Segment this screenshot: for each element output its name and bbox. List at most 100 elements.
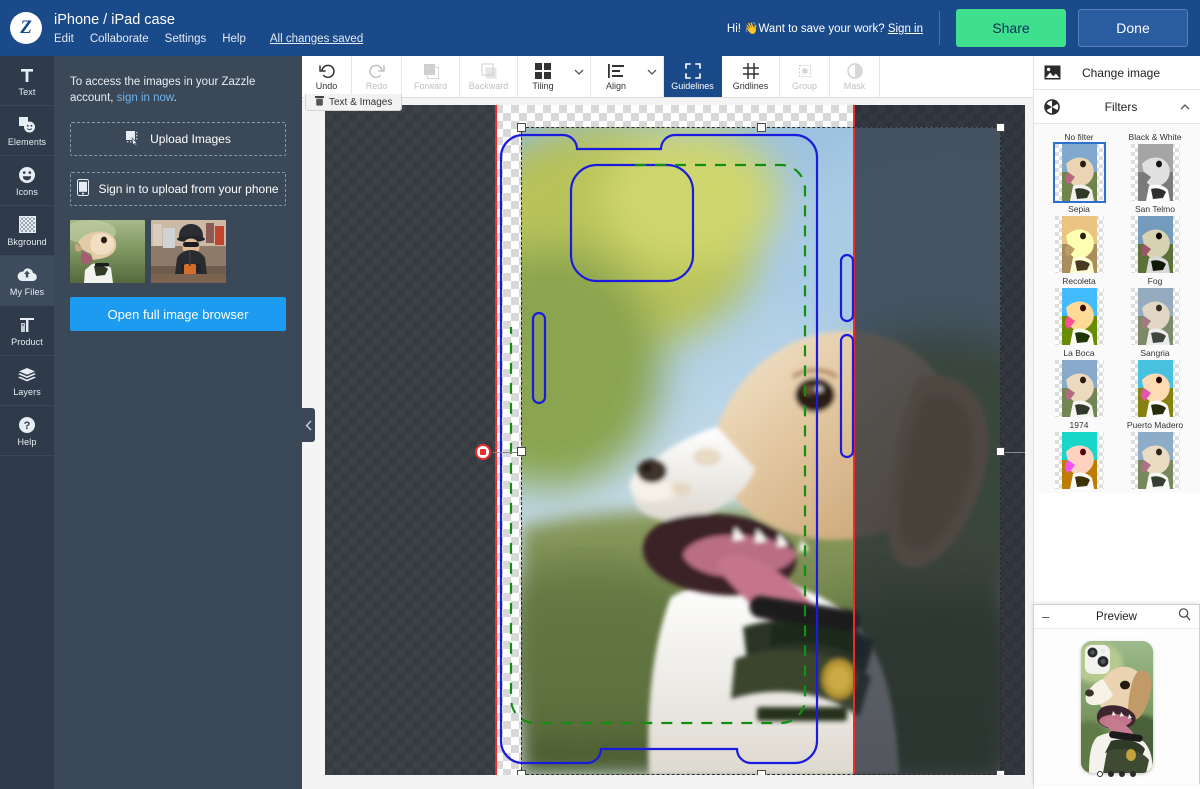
forward-button[interactable]: Forward xyxy=(402,56,460,97)
sidebar-item-help[interactable]: ? Help xyxy=(0,406,54,456)
sidebar-item-product[interactable]: Product xyxy=(0,306,54,356)
design-tool-app: Z iPhone / iPad case Edit Collaborate Se… xyxy=(0,0,1200,789)
zazzle-logo-icon[interactable]: Z xyxy=(10,12,42,44)
canvas-toolbar: Undo Redo Forward Backward Tiling Align … xyxy=(302,56,1033,98)
filter-option-sangria[interactable]: Sangria xyxy=(1120,348,1190,417)
filter-thumbnail[interactable] xyxy=(1130,432,1180,489)
filter-thumbnail[interactable] xyxy=(1130,360,1180,417)
align-button[interactable]: Align xyxy=(591,56,641,97)
filter-thumbnail[interactable] xyxy=(1054,216,1104,273)
group-icon xyxy=(797,63,813,80)
guidelines-button[interactable]: Guidelines xyxy=(664,56,722,97)
filter-preview-image xyxy=(1061,360,1097,417)
filter-option-la-boca[interactable]: La Boca xyxy=(1044,348,1114,417)
list-item[interactable] xyxy=(70,220,145,283)
resize-handle-bottom-left[interactable] xyxy=(517,770,526,775)
resize-handle-bottom-center[interactable] xyxy=(757,770,766,775)
open-image-browser-button[interactable]: Open full image browser xyxy=(70,297,286,331)
filter-thumbnail[interactable] xyxy=(1054,288,1104,345)
change-image-button[interactable]: Change image xyxy=(1034,56,1200,90)
resize-handle-top-left[interactable] xyxy=(517,123,526,132)
filter-option-recoleta[interactable]: Recoleta xyxy=(1044,276,1114,345)
redo-button[interactable]: Redo xyxy=(352,56,402,97)
tiling-chevron-down-icon[interactable] xyxy=(568,56,590,97)
list-item[interactable] xyxy=(151,220,226,283)
filter-option-sepia[interactable]: Sepia xyxy=(1044,204,1114,273)
guidelines-label: Guidelines xyxy=(671,80,714,91)
resize-handle-top-center[interactable] xyxy=(757,123,766,132)
sidebar-item-elements[interactable]: Elements xyxy=(0,106,54,156)
change-image-label: Change image xyxy=(1081,65,1161,80)
delete-rotate-handle-left[interactable] xyxy=(475,444,491,460)
tiling-icon xyxy=(535,63,551,80)
minimize-icon[interactable]: – xyxy=(1042,609,1058,624)
group-button[interactable]: Group xyxy=(780,56,830,97)
phone-case-preview[interactable] xyxy=(1080,640,1153,773)
filter-option-san-telmo[interactable]: San Telmo xyxy=(1120,204,1190,273)
filter-option-puerto-madero[interactable]: Puerto Madero xyxy=(1120,420,1190,489)
canvas-stage[interactable] xyxy=(325,105,1025,775)
undo-button[interactable]: Undo xyxy=(302,56,352,97)
backward-button[interactable]: Backward xyxy=(460,56,518,97)
mask-button[interactable]: Mask xyxy=(830,56,880,97)
undo-icon xyxy=(318,63,335,80)
done-button[interactable]: Done xyxy=(1078,9,1188,47)
upload-images-button[interactable]: Upload Images xyxy=(70,122,286,156)
sidebar-item-icons[interactable]: Icons xyxy=(0,156,54,206)
preview-dot-2[interactable] xyxy=(1108,771,1114,777)
sidebar-item-bkground[interactable]: Bkground xyxy=(0,206,54,256)
collapse-panel-handle[interactable] xyxy=(302,408,315,442)
filter-thumbnail[interactable] xyxy=(1130,288,1180,345)
filter-option-black-and-white[interactable]: Black & White xyxy=(1120,132,1190,201)
filters-icon xyxy=(1044,98,1066,115)
resize-handle-top-right[interactable] xyxy=(996,123,1005,132)
magnifier-icon[interactable] xyxy=(1175,607,1191,626)
share-button[interactable]: Share xyxy=(956,9,1066,47)
sidebar-item-my-files[interactable]: My Files xyxy=(0,256,54,306)
preview-body[interactable] xyxy=(1034,629,1199,784)
filter-thumbnail[interactable] xyxy=(1052,142,1106,203)
phone-upload-label: Sign in to upload from your phone xyxy=(98,182,279,196)
filter-preview-image xyxy=(1137,144,1173,201)
filter-thumbnail[interactable] xyxy=(1054,432,1104,489)
filter-thumbnail[interactable] xyxy=(1130,144,1180,201)
sidebar-item-layers[interactable]: Layers xyxy=(0,356,54,406)
menu-item-collaborate[interactable]: Collaborate xyxy=(90,33,149,45)
sidebar-item-text[interactable]: Text xyxy=(0,56,54,106)
preview-panel: – Preview xyxy=(1033,604,1200,784)
rotate-left-connector xyxy=(493,452,519,453)
gridlines-label: Gridlines xyxy=(732,80,769,91)
filter-option-no-filter[interactable]: No filter xyxy=(1044,132,1114,203)
preview-dot-1[interactable] xyxy=(1097,771,1103,777)
resize-handle-mid-left[interactable] xyxy=(517,447,526,456)
resize-handle-bottom-right[interactable] xyxy=(996,770,1005,775)
gridlines-button[interactable]: Gridlines xyxy=(722,56,780,97)
header-actions: Hi! 👋Want to save your work? Sign in Sha… xyxy=(727,0,1200,56)
tiling-group: Tiling xyxy=(518,56,591,97)
sidebar-label-text: Text xyxy=(18,86,36,97)
panel-signin-link[interactable]: sign in now xyxy=(117,92,174,104)
filter-option-1974[interactable]: 1974 xyxy=(1044,420,1114,489)
align-chevron-down-icon[interactable] xyxy=(641,56,663,97)
resize-handle-mid-right[interactable] xyxy=(996,447,1005,456)
filter-thumbnail[interactable] xyxy=(1054,360,1104,417)
filter-thumbnail[interactable] xyxy=(1130,216,1180,273)
filter-option-fog[interactable]: Fog xyxy=(1120,276,1190,345)
phone-upload-button[interactable]: Sign in to upload from your phone xyxy=(70,172,286,206)
filters-chevron-up-icon[interactable] xyxy=(1176,102,1190,112)
signin-link[interactable]: Sign in xyxy=(888,23,923,35)
preview-dot-3[interactable] xyxy=(1119,771,1125,777)
canvas-area[interactable]: - + Fit xyxy=(302,98,1033,789)
filters-section-header[interactable]: Filters xyxy=(1034,90,1200,124)
menu-item-edit[interactable]: Edit xyxy=(54,33,74,45)
save-status-link[interactable]: All changes saved xyxy=(270,33,363,45)
canvas-dim-left xyxy=(325,105,495,775)
tiling-button[interactable]: Tiling xyxy=(518,56,568,97)
preview-dot-4[interactable] xyxy=(1130,771,1136,777)
canvas-dim-right xyxy=(855,105,1025,775)
menu-item-help[interactable]: Help xyxy=(222,33,246,45)
filter-preview-image xyxy=(1061,432,1097,489)
layer-tab-text-and-images[interactable]: Text & Images xyxy=(305,94,403,111)
smiley-icon xyxy=(18,165,36,185)
menu-item-settings[interactable]: Settings xyxy=(165,33,207,45)
